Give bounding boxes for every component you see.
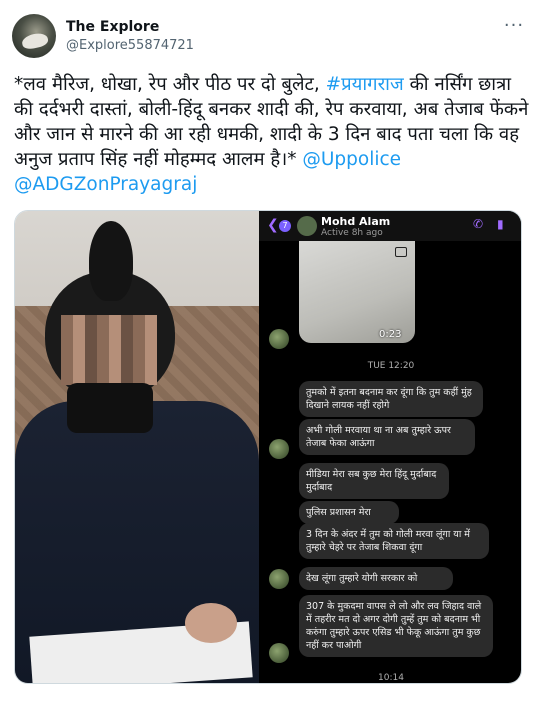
face-mask [67, 383, 153, 433]
photo-chat-screenshot[interactable]: ❮ 7 Mohd Alam Active 8h ago ✆ ▮ 0:23 TUE… [259, 211, 521, 683]
hand [185, 603, 237, 643]
chat-message: देख लूंगा तुम्हारे योगी सरकार को [299, 567, 453, 590]
chat-message: 307 के मुकदमा वापस ले लो और लव जिहाद वाल… [299, 595, 493, 657]
hair-bun [89, 221, 133, 301]
chat-timestamp: TUE 12:20 [367, 361, 415, 371]
back-icon: ❮ [267, 217, 279, 233]
chat-header: ❮ 7 Mohd Alam Active 8h ago ✆ ▮ [259, 211, 521, 241]
phone-icon: ✆ [473, 217, 484, 231]
video-message: 0:23 [299, 241, 415, 343]
blurred-face [61, 315, 157, 385]
author-avatar[interactable] [12, 14, 56, 58]
chat-message: 3 दिन के अंदर में तुम को गोली मरवा लूंगा… [299, 523, 489, 559]
tweet-media[interactable]: ❮ 7 Mohd Alam Active 8h ago ✆ ▮ 0:23 TUE… [14, 210, 522, 684]
photo-woman[interactable] [15, 211, 259, 683]
hashtag-link[interactable]: #प्रयागराज [326, 74, 404, 95]
chat-message: पुलिस प्रशासन मेरा [299, 501, 399, 524]
more-options-icon[interactable]: ··· [500, 16, 528, 36]
mention-adgzonprayagraj[interactable]: @ADGZonPrayagraj [14, 174, 197, 195]
sender-avatar [269, 329, 289, 349]
chat-message: अभी गोली मरवाया था ना अब तुम्हारे ऊपर ते… [299, 419, 475, 455]
author-name[interactable]: The Explore [66, 19, 159, 35]
unread-badge: 7 [279, 220, 291, 232]
tweet-text: *लव मैरिज, धोखा, रेप और पीठ पर दो बुलेट,… [14, 72, 530, 197]
video-duration: 0:23 [379, 329, 402, 340]
video-call-icon: ▮ [497, 217, 504, 231]
tweet-text-intro: *लव मैरिज, धोखा, रेप और पीठ पर दो बुलेट, [14, 74, 326, 95]
active-status: Active 8h ago [321, 228, 383, 238]
chat-message: तुमको में इतना बदनाम कर दूंगा कि तुम कही… [299, 381, 483, 417]
chat-message: मीडिया मेरा सब कुछ मेरा हिंदू मुर्दाबाद … [299, 463, 449, 499]
sender-avatar [269, 439, 289, 459]
video-expand-icon [395, 247, 407, 257]
sender-avatar [269, 569, 289, 589]
sender-avatar [269, 643, 289, 663]
contact-name: Mohd Alam [321, 215, 391, 228]
contact-avatar [297, 216, 317, 236]
chat-bottom-timestamp: 10:14 [378, 673, 404, 683]
mention-uppolice[interactable]: @Uppolice [302, 149, 401, 170]
tweet: The Explore @Explore55874721 ··· *लव मैर… [0, 0, 546, 704]
author-handle[interactable]: @Explore55874721 [66, 38, 194, 53]
